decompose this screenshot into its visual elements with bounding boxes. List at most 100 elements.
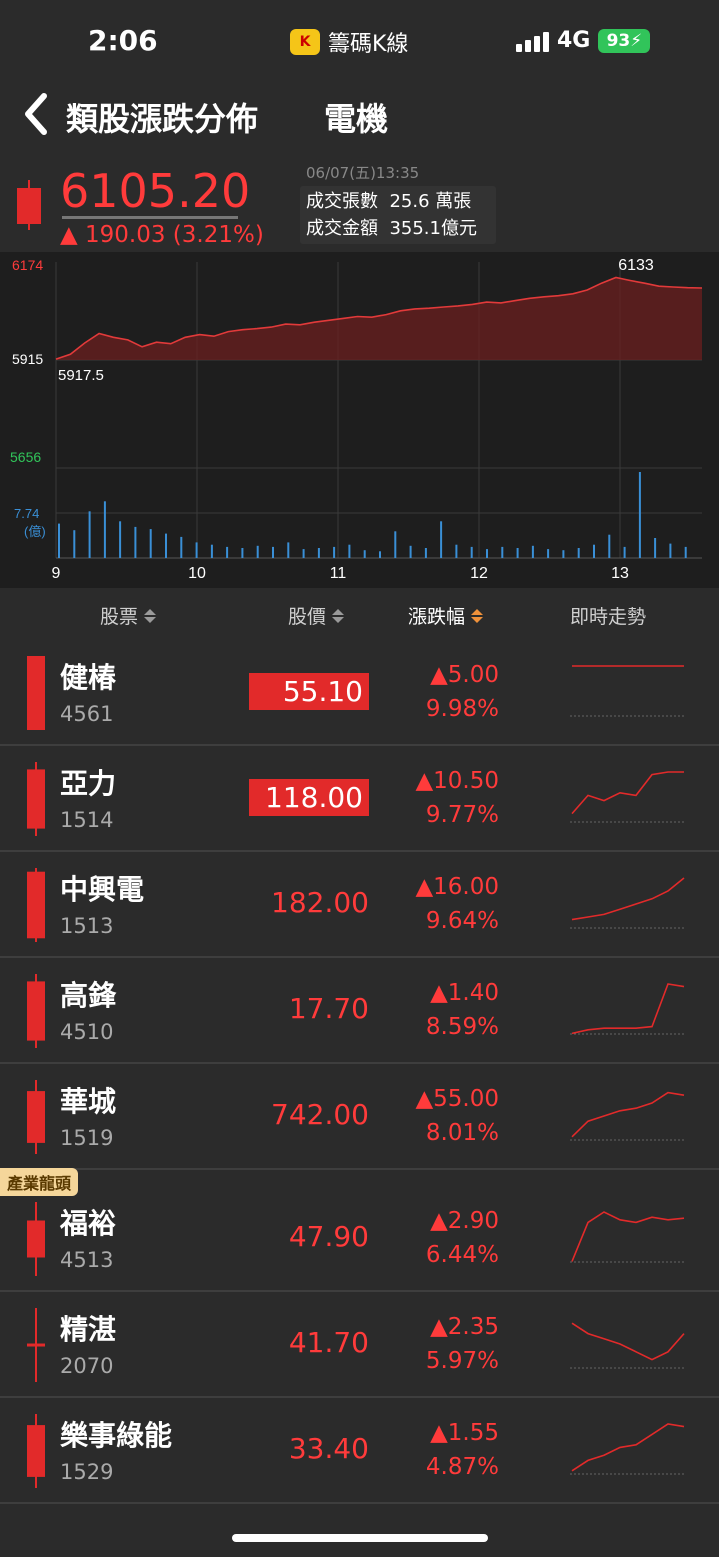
volume-bar — [379, 551, 381, 558]
stock-name: 華城 — [60, 1085, 117, 1118]
header-change[interactable]: 漲跌幅 — [408, 602, 484, 629]
stock-row[interactable]: 健椿 4561 55.10 ▲5.00 9.98% — [0, 640, 719, 746]
candle-icon — [27, 1414, 45, 1488]
volume-bar — [302, 549, 305, 558]
y-tick-label: 5915 — [12, 351, 43, 367]
change-percent: 9.77% — [425, 802, 499, 828]
stock-price: 41.70 — [288, 1326, 369, 1359]
stock-change: ▲5.00 9.98% — [426, 658, 499, 726]
volume-bar — [195, 542, 198, 558]
change-percent: 8.59% — [425, 1014, 499, 1040]
y-tick-label: 6174 — [12, 257, 43, 273]
stock-row[interactable]: 高鋒 4510 17.70 ▲1.40 8.59% — [0, 958, 719, 1064]
app-indicator[interactable]: K 籌碼K線 — [290, 26, 408, 58]
candle-icon — [27, 656, 45, 730]
sort-active-icon — [471, 608, 484, 623]
stock-price: 17.70 — [288, 992, 369, 1025]
sparkline-path — [571, 983, 685, 1035]
volume-bar — [669, 543, 672, 558]
stock-row[interactable]: 樂事綠能 1529 33.40 ▲1.55 4.87% — [0, 1398, 719, 1504]
sparkline-path — [571, 1322, 685, 1361]
stock-change: ▲10.50 9.77% — [415, 764, 499, 832]
header-stock[interactable]: 股票 — [100, 602, 157, 629]
volume-bar — [394, 531, 397, 558]
change-value: ▲55.00 — [415, 1086, 499, 1112]
change-percent: 5.97% — [425, 1348, 499, 1374]
candle-icon — [27, 1080, 45, 1154]
table-header: 股票 股價 漲跌幅 即時走勢 — [0, 588, 719, 640]
volume-bar — [516, 548, 519, 558]
battery-level: 93 — [606, 30, 631, 51]
stock-code: 4561 — [60, 702, 114, 726]
volume-bar — [486, 549, 488, 558]
index-price: 6105.20 — [60, 164, 251, 218]
candle-icon — [27, 762, 45, 836]
network-label: 4G — [557, 28, 591, 53]
change-value: ▲5.00 — [430, 662, 499, 688]
candle-icon — [27, 1202, 45, 1276]
stock-row[interactable]: 華城 1519 742.00 ▲55.00 8.01% — [0, 1064, 719, 1170]
header-price[interactable]: 股價 — [288, 602, 345, 629]
volume-max-label: 7.74 — [14, 506, 39, 521]
stock-row[interactable]: 精湛 2070 41.70 ▲2.35 5.97% — [0, 1292, 719, 1398]
stock-price: 742.00 — [271, 1098, 369, 1131]
volume-bar — [103, 501, 106, 558]
trend-sparkline — [570, 771, 686, 823]
x-tick-label: 12 — [470, 565, 488, 582]
header-trend: 即時走勢 — [570, 602, 646, 629]
timestamp: 06/07(五)13:35 — [306, 164, 420, 182]
stock-code: 4510 — [60, 1020, 114, 1044]
sector-title: 電機 — [324, 100, 389, 138]
volume-bar — [241, 548, 244, 558]
signal-icon — [516, 30, 549, 52]
volume-bar — [623, 546, 626, 558]
sparkline-path — [571, 877, 685, 921]
home-indicator[interactable] — [232, 1534, 488, 1542]
amount-value: 355.1億元 — [389, 218, 477, 239]
stock-code: 1529 — [60, 1460, 114, 1484]
stock-row[interactable]: 中興電 1513 182.00 ▲16.00 9.64% — [0, 852, 719, 958]
header-trend-label: 即時走勢 — [570, 606, 647, 628]
stock-name: 高鋒 — [60, 979, 117, 1012]
stock-code: 1514 — [60, 808, 114, 832]
change-value: ▲10.50 — [415, 768, 499, 794]
stock-row[interactable]: 產業龍頭 福裕 4513 47.90 ▲2.90 6.44% — [0, 1168, 719, 1292]
trade-info: 成交張數 25.6 萬張 成交金額 355.1億元 — [300, 186, 496, 244]
change-percent: 9.98% — [425, 696, 499, 722]
amount-label: 成交金額 — [306, 218, 378, 239]
header-stock-label: 股票 — [100, 606, 139, 628]
stock-change: ▲55.00 8.01% — [415, 1082, 499, 1150]
change-percent: 4.87% — [425, 1454, 499, 1480]
back-chevron-icon[interactable] — [20, 92, 52, 136]
stock-change: ▲1.40 8.59% — [426, 976, 499, 1044]
volume-unit-label: (億) — [24, 524, 46, 539]
volume-bar — [577, 548, 580, 558]
volume-bar — [210, 544, 213, 558]
trend-sparkline — [570, 665, 686, 717]
volume-bar — [333, 546, 336, 558]
volume-bar — [363, 550, 366, 558]
trend-sparkline — [570, 1211, 686, 1263]
volume-bar — [348, 544, 351, 558]
price-area — [56, 277, 702, 360]
volume-bar — [638, 472, 641, 558]
trend-sparkline — [570, 1423, 686, 1475]
change-value: ▲2.90 — [430, 1208, 499, 1234]
volume-bar — [654, 538, 657, 558]
candle-icon — [27, 1308, 45, 1382]
volume-bar — [608, 534, 611, 558]
stock-price-limit-up: 118.00 — [249, 779, 369, 816]
stock-price-limit-up: 55.10 — [249, 673, 369, 710]
volume-bar — [73, 530, 76, 558]
intraday-chart[interactable]: 6174 5915 5917.5 5656 7.74 (億) 6133 9 10 11 12 13 — [0, 252, 719, 588]
volume-bar — [287, 542, 290, 558]
index-summary: 6105.20 ▲ 190.03 (3.21%) 06/07(五)13:35 成… — [0, 152, 719, 252]
status-bar: 2:06 K 籌碼K線 4G 93 ⚡ — [0, 0, 719, 80]
trend-sparkline — [570, 983, 686, 1035]
stock-price: 47.90 — [288, 1220, 369, 1253]
volume-bar — [180, 536, 183, 558]
candle-icon — [17, 180, 41, 230]
volume-bar — [165, 533, 167, 558]
stock-row[interactable]: 亞力 1514 118.00 ▲10.50 9.77% — [0, 746, 719, 852]
volume-bar — [409, 545, 412, 558]
